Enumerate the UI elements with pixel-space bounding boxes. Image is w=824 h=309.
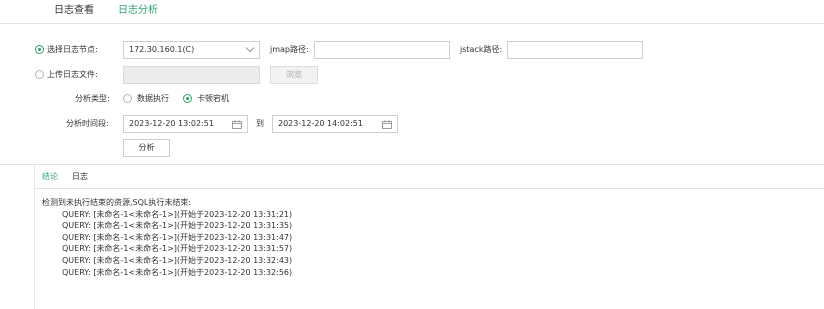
analysis-type-label: 分析类型: (75, 94, 110, 103)
end-time-value: 2023-12-20 14:02:51 (278, 119, 363, 128)
result-query-line: QUERY: [未命名-1<未命名-1>](开始于2023-12-20 13:3… (62, 209, 293, 219)
tab-log-view[interactable]: 日志查看 (54, 5, 94, 17)
select-node-radio[interactable] (35, 45, 44, 54)
jmap-label: jmap路径: (270, 45, 309, 54)
tab-conclusion[interactable]: 结论 (42, 172, 58, 182)
result-query-line: QUERY: [未命名-1<未命名-1>](开始于2023-12-20 13:3… (62, 244, 293, 254)
analyze-button[interactable]: 分析 (123, 139, 170, 157)
jstack-label: jstack路径: (460, 45, 503, 54)
calendar-icon (382, 120, 392, 129)
result-query-line: QUERY: [未命名-1<未命名-1>](开始于2023-12-20 13:3… (62, 255, 293, 265)
time-range-separator: 到 (256, 119, 264, 128)
tab-log[interactable]: 日志 (72, 172, 88, 182)
select-node-label: 选择日志节点: (47, 45, 98, 54)
result-panel: 结论 日志 检测到未执行结束的资源,SQL执行未结束: QUERY: [未命名-… (0, 164, 824, 309)
type-freeze-crash-label: 卡顿宕机 (197, 94, 229, 103)
calendar-icon (232, 120, 242, 129)
tab-log-analysis[interactable]: 日志分析 (118, 5, 158, 17)
analysis-form: 选择日志节点: 172.30.160.1(C) jmap路径: jstack路径… (0, 24, 824, 164)
upload-file-radio[interactable] (35, 70, 44, 79)
node-select-value: 172.30.160.1(C) (129, 45, 195, 54)
jstack-path-input[interactable] (507, 41, 643, 59)
time-range-label: 分析时间段: (66, 119, 109, 128)
end-time-input[interactable]: 2023-12-20 14:02:51 (272, 115, 398, 133)
jmap-path-input[interactable] (314, 41, 450, 59)
type-data-exec-radio[interactable] (123, 94, 132, 103)
start-time-input[interactable]: 2023-12-20 13:02:51 (123, 115, 248, 133)
chevron-down-icon (245, 43, 255, 53)
result-tab-bar: 结论 日志 (34, 165, 824, 189)
result-content: 检测到未执行结束的资源,SQL执行未结束: QUERY: [未命名-1<未命名-… (42, 197, 812, 278)
node-select[interactable]: 172.30.160.1(C) (123, 41, 260, 59)
result-query-line: QUERY: [未命名-1<未命名-1>](开始于2023-12-20 13:3… (62, 221, 293, 231)
result-heading: 检测到未执行结束的资源,SQL执行未结束: (42, 198, 192, 207)
browse-button[interactable]: 浏览 (270, 66, 318, 84)
start-time-value: 2023-12-20 13:02:51 (129, 119, 214, 128)
upload-file-label: 上传日志文件: (47, 70, 98, 79)
upload-file-input[interactable] (123, 66, 260, 84)
type-data-exec-label: 数据执行 (137, 94, 169, 103)
result-query-line: QUERY: [未命名-1<未命名-1>](开始于2023-12-20 13:3… (62, 267, 293, 277)
result-query-line: QUERY: [未命名-1<未命名-1>](开始于2023-12-20 13:3… (62, 232, 293, 242)
top-tab-bar: 日志查看 日志分析 (0, 0, 824, 24)
type-freeze-crash-radio[interactable] (183, 94, 192, 103)
